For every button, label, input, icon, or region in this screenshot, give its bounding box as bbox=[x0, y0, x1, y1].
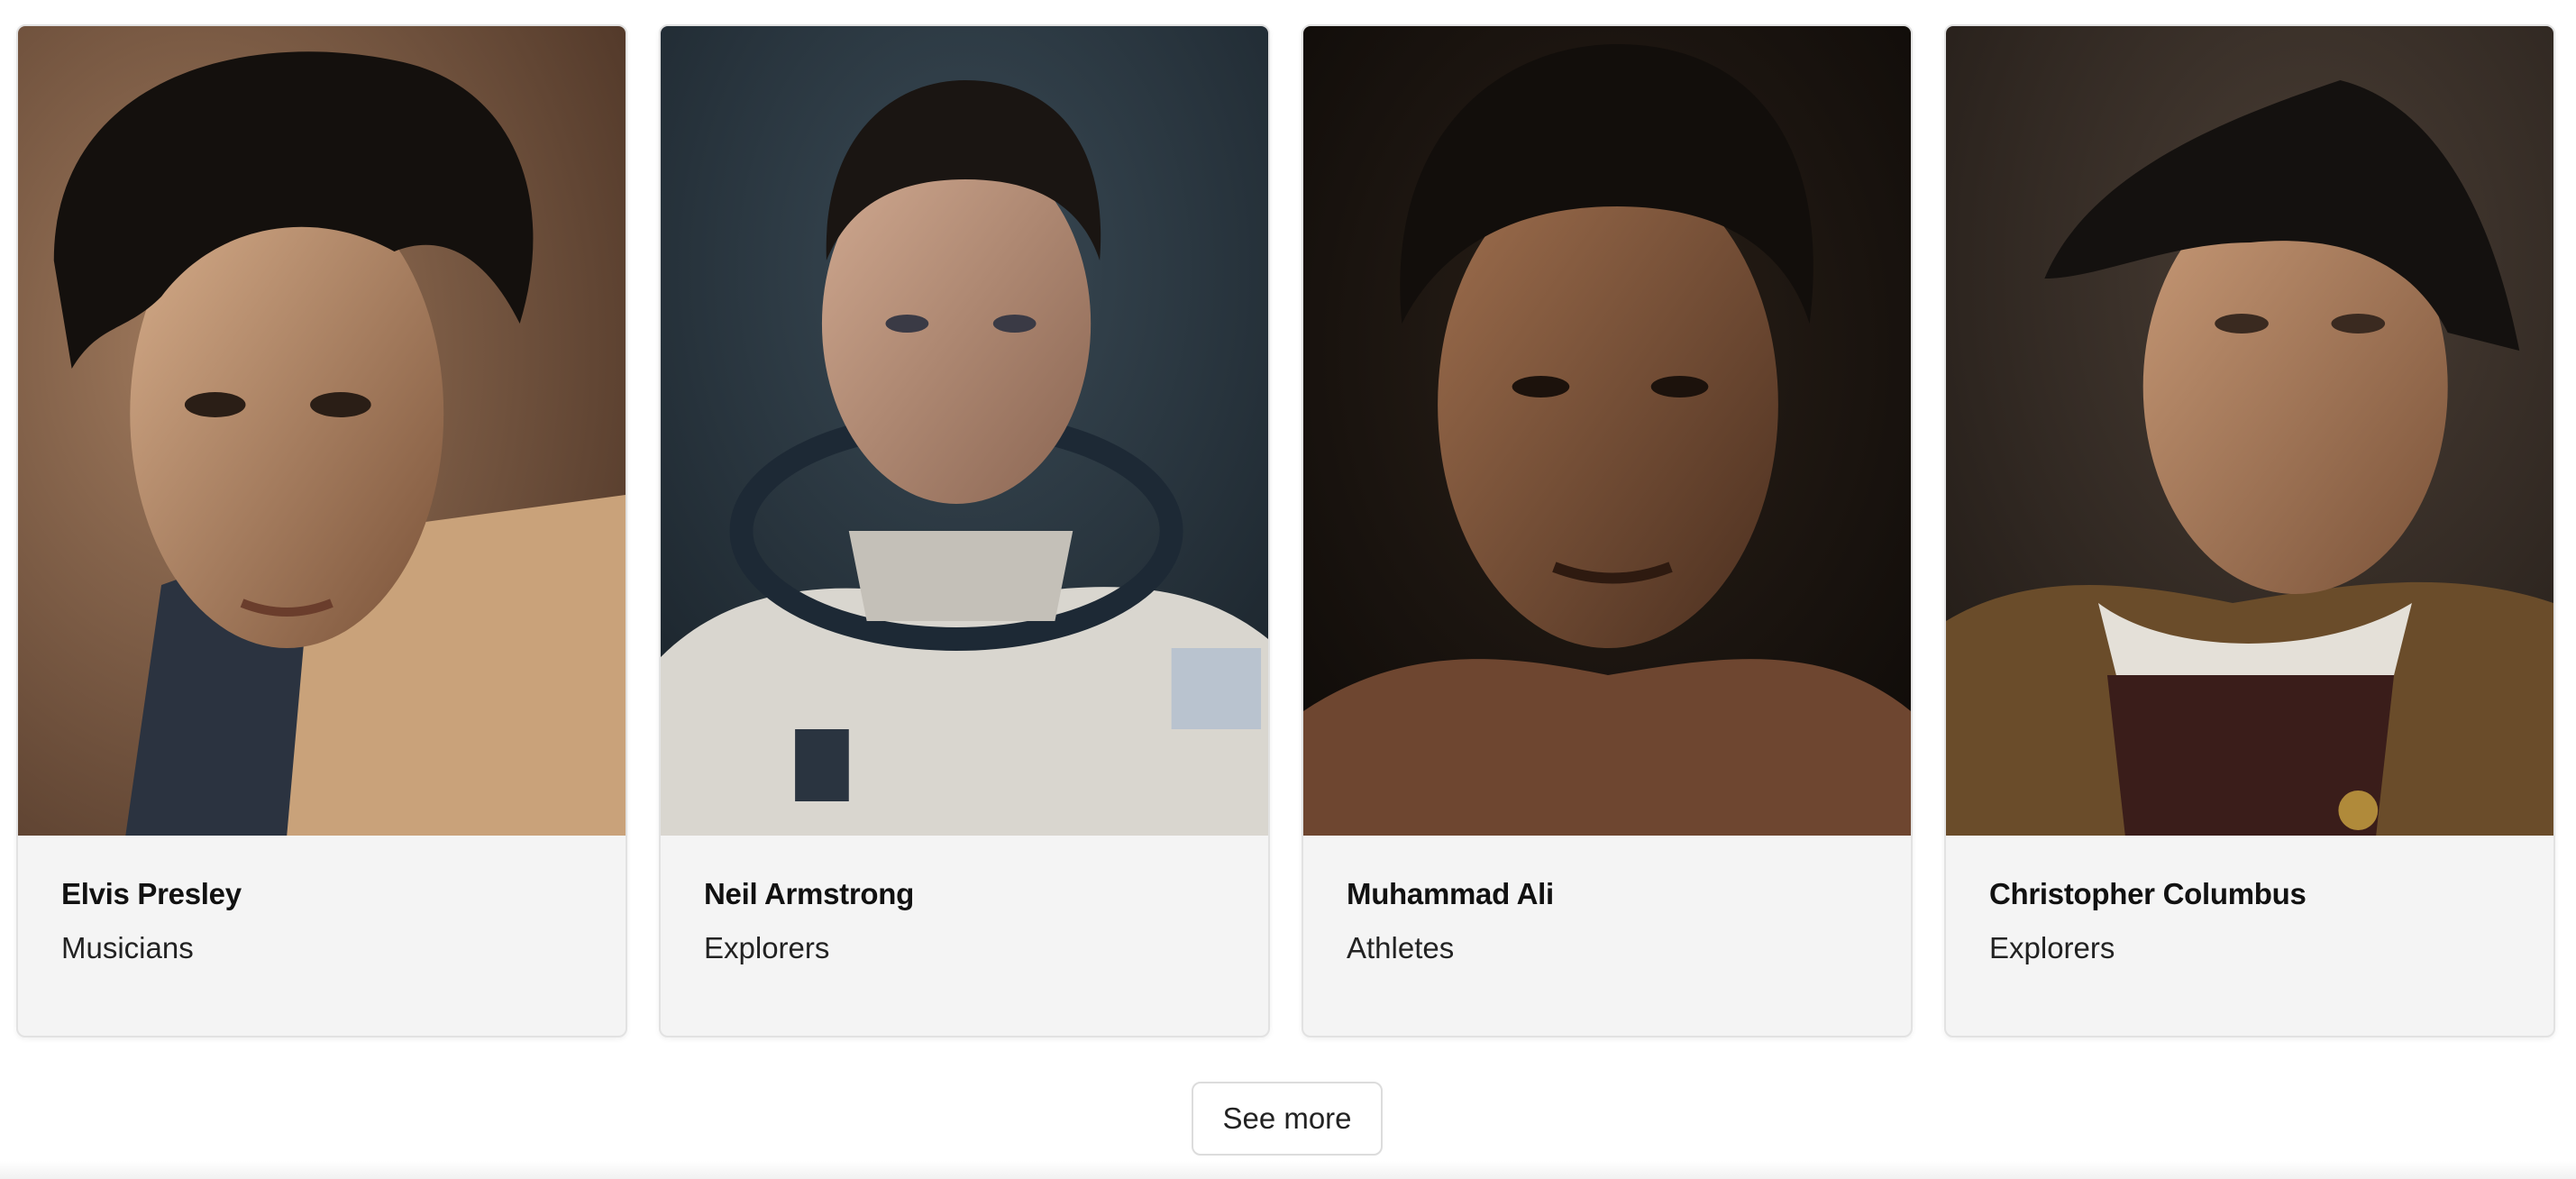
person-name: Muhammad Ali bbox=[1347, 877, 1554, 910]
person-name: Christopher Columbus bbox=[1989, 877, 2307, 910]
person-category: Explorers bbox=[704, 931, 830, 964]
portrait-card[interactable]: Christopher Columbus Explorers bbox=[1944, 24, 2555, 1037]
person-name: Neil Armstrong bbox=[704, 877, 914, 910]
person-category: Athletes bbox=[1347, 931, 1455, 964]
portrait-illustration bbox=[18, 26, 626, 836]
card-info: Muhammad Ali Athletes bbox=[1303, 836, 1911, 965]
card-info: Christopher Columbus Explorers bbox=[1946, 836, 2553, 965]
see-more-button[interactable]: See more bbox=[1192, 1082, 1383, 1156]
portrait-illustration bbox=[661, 26, 1268, 836]
portrait-image[interactable] bbox=[1946, 26, 2553, 836]
portrait-card[interactable]: Elvis Presley Musicians bbox=[16, 24, 627, 1037]
portrait-image[interactable] bbox=[1303, 26, 1911, 836]
portrait-illustration bbox=[1303, 26, 1911, 836]
portrait-card[interactable]: Muhammad Ali Athletes bbox=[1302, 24, 1913, 1037]
person-name: Elvis Presley bbox=[61, 877, 242, 910]
portrait-card[interactable]: Neil Armstrong Explorers bbox=[659, 24, 1270, 1037]
portrait-image[interactable] bbox=[661, 26, 1268, 836]
bottom-fade bbox=[0, 1161, 2576, 1179]
portrait-illustration bbox=[1946, 26, 2553, 836]
person-category: Explorers bbox=[1989, 931, 2115, 964]
portrait-card-grid: Elvis Presley Musicians Neil Armstrong E… bbox=[16, 24, 2555, 1037]
card-info: Elvis Presley Musicians bbox=[18, 836, 626, 965]
card-info: Neil Armstrong Explorers bbox=[661, 836, 1268, 965]
portrait-image[interactable] bbox=[18, 26, 626, 836]
person-category: Musicians bbox=[61, 931, 194, 964]
